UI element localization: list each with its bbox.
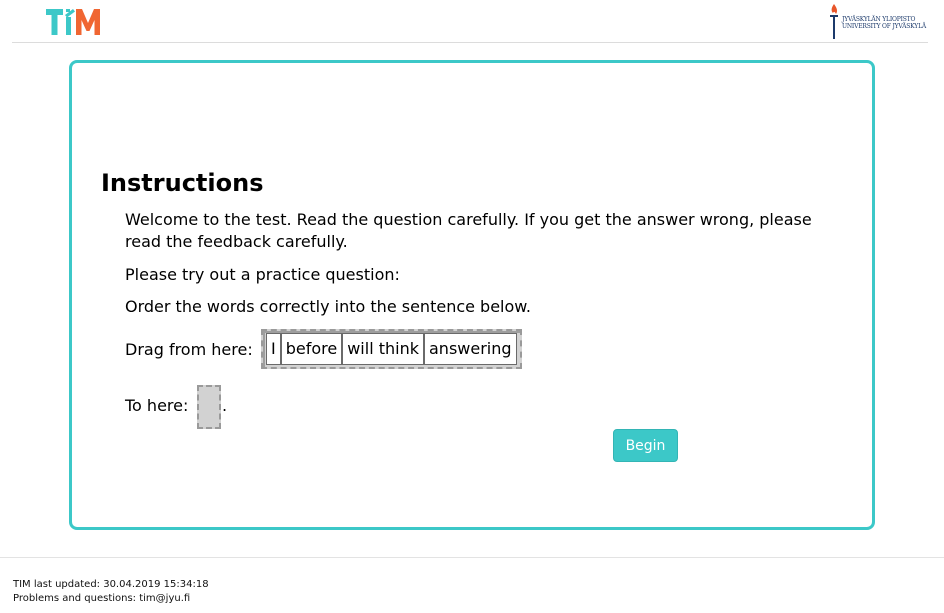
- drop-target-label: To here:: [125, 396, 189, 415]
- instructions-card: Instructions Welcome to the test. Read t…: [69, 60, 875, 530]
- practice-paragraph: Please try out a practice question:: [125, 265, 400, 284]
- draggable-word[interactable]: answering: [424, 333, 517, 365]
- draggable-word[interactable]: before: [280, 333, 343, 365]
- word-drop-area[interactable]: [197, 385, 221, 429]
- welcome-paragraph: Welcome to the test. Read the question c…: [125, 210, 812, 251]
- footer-divider: [0, 557, 944, 558]
- instructions-heading: Instructions: [101, 169, 264, 197]
- university-logo[interactable]: JYVÄSKYLÄN YLIOPISTO UNIVERSITY OF JYVÄS…: [828, 3, 928, 41]
- top-bar: JYVÄSKYLÄN YLIOPISTO UNIVERSITY OF JYVÄS…: [0, 0, 944, 44]
- word-source-area[interactable]: I before will think answering: [261, 329, 522, 369]
- last-updated-text: TIM last updated: 30.04.2019 15:34:18: [13, 579, 209, 590]
- draggable-word[interactable]: I: [266, 333, 281, 365]
- sentence-period: .: [222, 396, 228, 415]
- order-paragraph: Order the words correctly into the sente…: [125, 297, 531, 316]
- contact-text: Problems and questions: tim@jyu.fi: [13, 593, 191, 604]
- university-logo-text: JYVÄSKYLÄN YLIOPISTO UNIVERSITY OF JYVÄS…: [842, 16, 926, 30]
- torch-icon: [830, 4, 838, 39]
- begin-button[interactable]: Begin: [613, 429, 678, 462]
- tim-logo[interactable]: [46, 6, 110, 38]
- footer: TIM last updated: 30.04.2019 15:34:18 Pr…: [13, 578, 209, 606]
- header-divider: [12, 42, 928, 43]
- drag-source-label: Drag from here:: [125, 340, 253, 359]
- draggable-word[interactable]: will think: [342, 333, 424, 365]
